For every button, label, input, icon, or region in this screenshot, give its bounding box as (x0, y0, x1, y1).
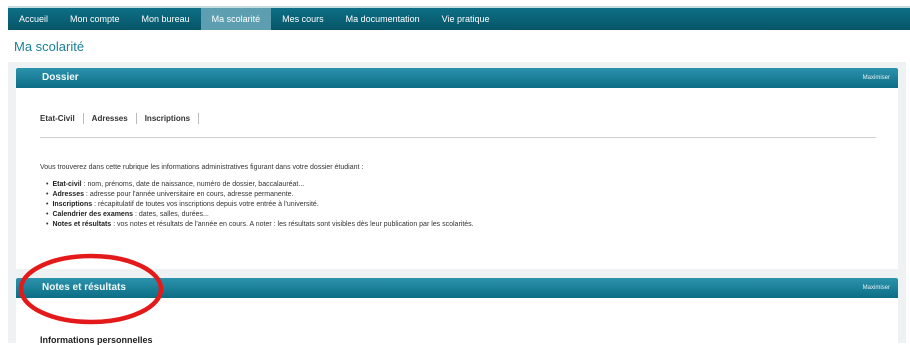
top-navigation-bar: Accueil Mon compte Mon bureau Ma scolari… (8, 6, 910, 30)
list-item: Etat-civil : nom, prénoms, date de naiss… (46, 180, 474, 190)
list-item-term: Inscriptions (52, 201, 93, 208)
nav-item-ma-documentation[interactable]: Ma documentation (335, 8, 431, 30)
tab-etat-civil[interactable]: Etat-Civil (40, 113, 84, 124)
dossier-panel-header: Dossier Maximiser (16, 68, 898, 88)
list-item-term: Adresses (52, 191, 84, 198)
list-item-text: : dates, salles, durées... (133, 211, 209, 218)
list-item-term: Calendrier des examens (52, 211, 133, 218)
tab-adresses[interactable]: Adresses (84, 113, 137, 124)
notes-panel-title[interactable]: Notes et résultats (42, 278, 126, 298)
list-item-text: : nom, prénoms, date de naissance, numér… (81, 181, 305, 188)
dossier-subtabs: Etat-Civil Adresses Inscriptions (40, 113, 200, 124)
list-item-term: Notes et résultats (52, 221, 112, 228)
notes-panel-header: Notes et résultats Maximiser (16, 278, 898, 298)
dossier-maximize-link[interactable]: Maximiser (863, 68, 890, 88)
notes-maximize-link[interactable]: Maximiser (863, 278, 890, 298)
nav-item-mes-cours[interactable]: Mes cours (271, 8, 335, 30)
dossier-panel: Dossier Maximiser Etat-Civil Adresses In… (16, 68, 898, 269)
list-item: Adresses : adresse pour l'année universi… (46, 190, 474, 200)
notes-subtitle: Informations personnelles (40, 335, 153, 345)
list-item: Calendrier des examens : dates, salles, … (46, 210, 474, 220)
dossier-intro-text: Vous trouverez dans cette rubrique les i… (40, 164, 364, 171)
top-navigation: Accueil Mon compte Mon bureau Ma scolari… (8, 8, 910, 30)
dossier-info-list: Etat-civil : nom, prénoms, date de naiss… (46, 180, 474, 230)
dossier-panel-title: Dossier (42, 72, 79, 83)
list-item: Notes et résultats : vos notes et résult… (46, 220, 474, 230)
list-item-text: : adresse pour l'année universitaire en … (83, 191, 294, 198)
nav-item-vie-pratique[interactable]: Vie pratique (431, 8, 501, 30)
page-title: Ma scolarité (14, 39, 85, 54)
list-item: Inscriptions : récapitulatif de toutes v… (46, 200, 474, 210)
notes-panel: Notes et résultats Maximiser Information… (16, 278, 898, 345)
nav-item-mon-bureau[interactable]: Mon bureau (131, 8, 201, 30)
nav-item-ma-scolarite[interactable]: Ma scolarité (200, 8, 272, 30)
list-item-term: Etat-civil (52, 181, 82, 188)
tab-inscriptions[interactable]: Inscriptions (137, 113, 200, 124)
list-item-text: : récapitulatif de toutes vos inscriptio… (92, 201, 319, 208)
nav-item-accueil[interactable]: Accueil (8, 8, 59, 30)
list-item-text: : vos notes et résultats de l'année en c… (111, 221, 474, 228)
divider (40, 137, 876, 138)
nav-item-mon-compte[interactable]: Mon compte (59, 8, 131, 30)
